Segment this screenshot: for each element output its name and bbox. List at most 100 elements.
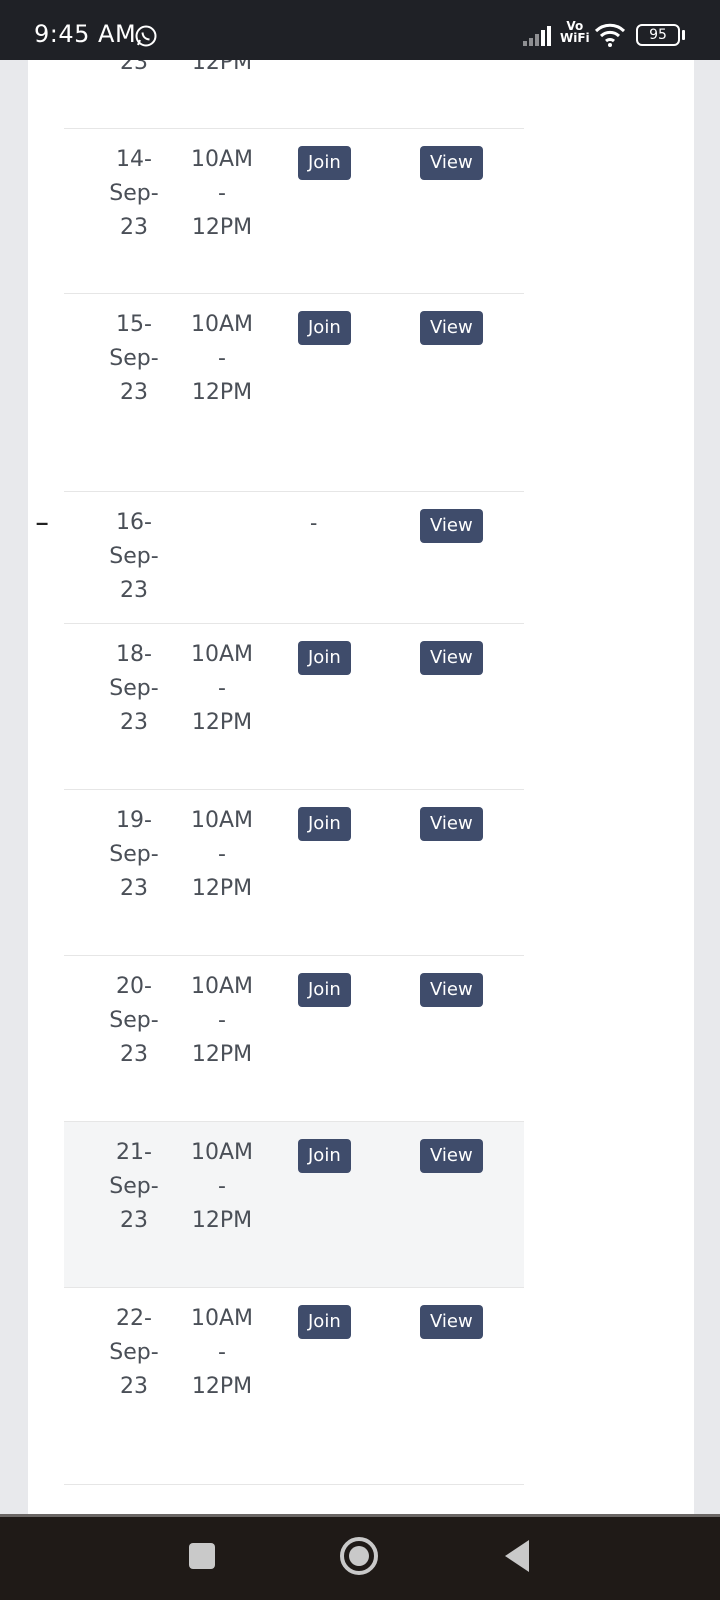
join-button[interactable]: Join (298, 1305, 351, 1339)
date-cell: 16- Sep- 23 (94, 506, 174, 608)
time-separator: - (218, 1174, 226, 1199)
date-cell: 22- Sep- 23 (94, 1302, 174, 1404)
time-start: 10AM (190, 312, 254, 337)
vowifi-bottom: WiFi (560, 31, 590, 45)
whatsapp-icon (135, 25, 157, 47)
time-separator: - (218, 842, 226, 867)
recent-apps-icon[interactable] (189, 1543, 215, 1569)
date-month: Sep- (109, 1008, 159, 1033)
time-end: 12PM (191, 876, 253, 901)
date-year: 23 (120, 1042, 148, 1067)
schedule-row: 20- Sep- 23 10AM - 12PM Join View (64, 955, 524, 1121)
date-month: Sep- (109, 544, 159, 569)
view-button[interactable]: View (420, 807, 483, 841)
date-year: 23 (120, 578, 148, 603)
view-button[interactable]: View (420, 1305, 483, 1339)
time-end: 12PM (191, 380, 253, 405)
view-button[interactable]: View (420, 973, 483, 1007)
wifi-icon (594, 23, 626, 47)
date-month: Sep- (109, 1174, 159, 1199)
date-day: 16- (116, 510, 152, 535)
time-start: 10AM (190, 147, 254, 172)
join-button[interactable]: Join (298, 807, 351, 841)
date-day: 21- (116, 1140, 152, 1165)
right-gutter (694, 60, 720, 1514)
battery-indicator: 95 (636, 24, 680, 46)
date-year: 23 (120, 215, 148, 240)
time-end: 12PM (191, 1374, 253, 1399)
schedule-row: 15- Sep- 23 10AM - 12PM Join View (64, 293, 524, 491)
schedule-panel: 23 12PM 14- Sep- 23 10AM - 12PM Join Vie… (28, 60, 694, 1514)
time-end: 12PM (191, 1208, 253, 1233)
schedule-row: – 16- Sep- 23 - View (36, 491, 524, 623)
time-separator: - (218, 1008, 226, 1033)
date-month: Sep- (109, 842, 159, 867)
date-year: 23 (120, 1374, 148, 1399)
time-end: 12PM (191, 710, 253, 735)
date-day: 14- (116, 147, 152, 172)
date-cell: 19- Sep- 23 (94, 804, 174, 906)
time-cell: 10AM - 12PM (182, 1302, 262, 1404)
date-month: Sep- (109, 676, 159, 701)
schedule-row: 14- Sep- 23 10AM - 12PM Join View (64, 128, 524, 293)
schedule-row: 18- Sep- 23 10AM - 12PM Join View (64, 623, 524, 789)
join-button[interactable]: Join (298, 1139, 351, 1173)
join-button[interactable]: Join (298, 146, 351, 180)
time-start: 10AM (190, 974, 254, 999)
schedule-row: 19- Sep- 23 10AM - 12PM Join View (64, 789, 524, 955)
time-separator: - (218, 676, 226, 701)
time-cell: 10AM - 12PM (182, 308, 262, 410)
date-year: 23 (120, 1208, 148, 1233)
view-button[interactable]: View (420, 146, 483, 180)
view-button[interactable]: View (420, 311, 483, 345)
date-cell: 14- Sep- 23 (94, 143, 174, 245)
partial-time: 12PM (191, 60, 253, 75)
signal-strength-icon (523, 26, 551, 46)
status-time: 9:45 AM (34, 20, 137, 48)
time-cell: 10AM - 12PM (182, 638, 262, 740)
date-month: Sep- (109, 346, 159, 371)
date-day: 15- (116, 312, 152, 337)
partial-row: 23 12PM (64, 60, 524, 128)
schedule-row-highlighted: 21- Sep- 23 10AM - 12PM Join View (64, 1121, 524, 1287)
time-cell: 10AM - 12PM (182, 804, 262, 906)
date-cell: 18- Sep- 23 (94, 638, 174, 740)
row-prefix-dash: – (36, 510, 49, 535)
date-cell: 15- Sep- 23 (94, 308, 174, 410)
join-unavailable: - (310, 510, 318, 535)
date-cell: 21- Sep- 23 (94, 1136, 174, 1238)
join-button[interactable]: Join (298, 973, 351, 1007)
time-cell: 10AM - 12PM (182, 143, 262, 245)
time-start: 10AM (190, 808, 254, 833)
time-separator: - (218, 181, 226, 206)
vowifi-indicator: Vo WiFi (560, 20, 590, 44)
schedule-row: 22- Sep- 23 10AM - 12PM Join View (64, 1287, 524, 1485)
time-start: 10AM (190, 642, 254, 667)
date-day: 22- (116, 1306, 152, 1331)
status-bar: 9:45 AM Vo WiFi 95 (0, 0, 720, 60)
date-day: 20- (116, 974, 152, 999)
home-icon-dot (349, 1546, 369, 1566)
left-gutter (0, 60, 28, 1514)
join-button[interactable]: Join (298, 311, 351, 345)
view-button[interactable]: View (420, 641, 483, 675)
date-day: 19- (116, 808, 152, 833)
view-button[interactable]: View (420, 509, 483, 543)
back-icon[interactable] (505, 1540, 529, 1572)
date-year: 23 (120, 710, 148, 735)
nav-divider (0, 1514, 720, 1517)
time-separator: - (218, 1340, 226, 1365)
partial-date: 23 (120, 60, 148, 75)
time-start: 10AM (190, 1306, 254, 1331)
date-day: 18- (116, 642, 152, 667)
time-separator: - (218, 346, 226, 371)
time-start: 10AM (190, 1140, 254, 1165)
time-cell: 10AM - 12PM (182, 1136, 262, 1238)
view-button[interactable]: View (420, 1139, 483, 1173)
battery-tip (682, 30, 685, 40)
join-button[interactable]: Join (298, 641, 351, 675)
time-end: 12PM (191, 215, 253, 240)
date-year: 23 (120, 876, 148, 901)
time-cell: 10AM - 12PM (182, 970, 262, 1072)
date-month: Sep- (109, 181, 159, 206)
